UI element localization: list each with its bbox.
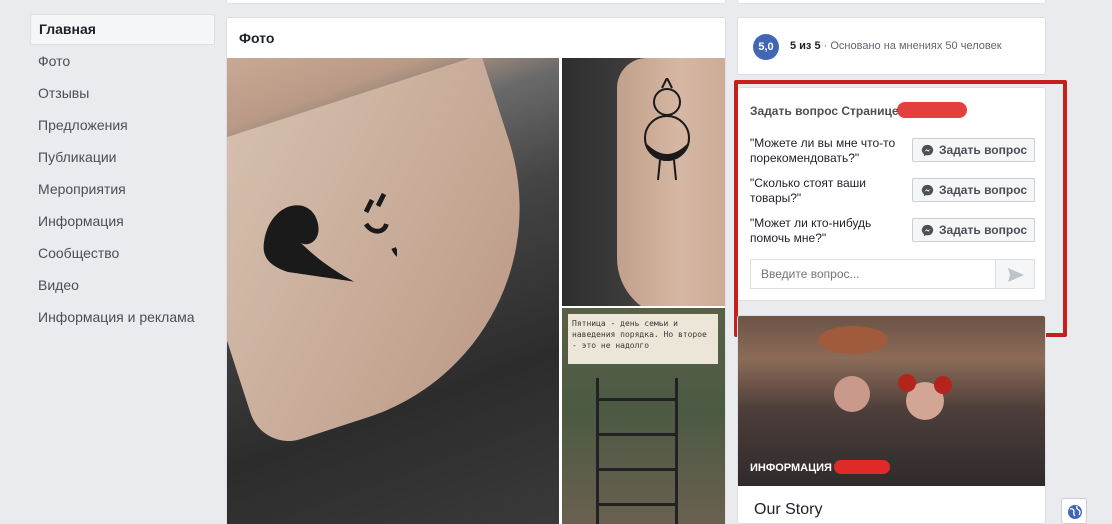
info-label-text: ИНФОРМАЦИЯ <box>750 462 832 474</box>
question-text: "Можете ли вы мне что-то порекомендовать… <box>750 136 896 165</box>
tattoo-drawing <box>263 192 397 282</box>
nav-item-info-ads[interactable]: Информация и реклама <box>30 301 215 333</box>
messenger-icon <box>921 224 934 237</box>
rating-summary: 5 из 5 · Основано на мнениях 50 человек <box>790 40 1002 52</box>
nav-item-events[interactable]: Мероприятия <box>30 173 215 205</box>
info-label: ИНФОРМАЦИЯ <box>750 460 890 474</box>
our-story-title[interactable]: Our Story <box>754 501 822 519</box>
nav-item-videos[interactable]: Видео <box>30 269 215 301</box>
ask-question-button[interactable]: Задать вопрос <box>912 138 1035 162</box>
photos-card: Фото Пятница - день семьи и наведения по… <box>226 17 726 524</box>
nav-item-photos[interactable]: Фото <box>30 45 215 77</box>
ask-question-button-label: Задать вопрос <box>939 143 1028 157</box>
redaction-mark <box>833 460 890 474</box>
rating-separator: · <box>820 40 831 52</box>
rating-basis: Основано на мнениях 50 человек <box>830 40 1002 52</box>
nav-item-home[interactable]: Главная <box>30 14 215 45</box>
ask-title: Задать вопрос Странице <box>750 102 967 118</box>
nav-item-posts[interactable]: Публикации <box>30 141 215 173</box>
ask-question-card: Задать вопрос Странице "Можете ли вы мне… <box>737 87 1046 301</box>
send-button[interactable] <box>995 259 1035 289</box>
nav-item-offers[interactable]: Предложения <box>30 109 215 141</box>
question-text: "Сколько стоят ваши товары?" <box>750 176 866 205</box>
shelf-rack <box>596 378 678 524</box>
messenger-icon <box>921 144 934 157</box>
photo-shelf[interactable]: Пятница - день семьи и наведения порядка… <box>562 308 725 524</box>
ask-question-button-label: Задать вопрос <box>939 223 1028 237</box>
photo-tattoo-wrist[interactable] <box>227 58 559 524</box>
info-cover-image[interactable]: ИНФОРМАЦИЯ <box>738 316 1045 486</box>
ask-question-button-label: Задать вопрос <box>939 183 1028 197</box>
bowl <box>818 326 888 354</box>
nav-item-reviews[interactable]: Отзывы <box>30 77 215 109</box>
top-card-edge-right <box>737 0 1046 4</box>
send-icon <box>1008 268 1024 282</box>
photos-title[interactable]: Фото <box>227 18 725 58</box>
tattoo-figure-drawing <box>644 78 690 181</box>
nav-item-community[interactable]: Сообщество <box>30 237 215 269</box>
language-button[interactable] <box>1061 498 1087 524</box>
info-card: ИНФОРМАЦИЯ Our Story <box>737 315 1046 524</box>
page-nav: Главная Фото Отзывы Предложения Публикац… <box>30 14 215 333</box>
rating-card: 5,0 5 из 5 · Основано на мнениях 50 чело… <box>737 17 1046 75</box>
question-text: "Может ли кто-нибудь помочь мне?" <box>750 216 872 245</box>
photo-tattoo-figure[interactable] <box>562 58 725 306</box>
ask-title-text: Задать вопрос Странице <box>750 104 899 118</box>
globe-icon <box>1068 505 1082 519</box>
nav-item-about[interactable]: Информация <box>30 205 215 237</box>
doll-hair <box>934 376 952 394</box>
messenger-icon <box>921 184 934 197</box>
redaction-mark <box>896 102 967 118</box>
rating-summary-score[interactable]: 5 из 5 <box>790 40 821 52</box>
question-input[interactable] <box>750 259 995 289</box>
ask-question-button[interactable]: Задать вопрос <box>912 218 1035 242</box>
ask-question-button[interactable]: Задать вопрос <box>912 178 1035 202</box>
doll-head <box>834 376 870 412</box>
poster-text: Пятница - день семьи и наведения порядка… <box>568 314 718 364</box>
top-card-edge <box>226 0 726 4</box>
rating-score-badge: 5,0 <box>753 34 779 60</box>
doll-hair <box>898 374 916 392</box>
